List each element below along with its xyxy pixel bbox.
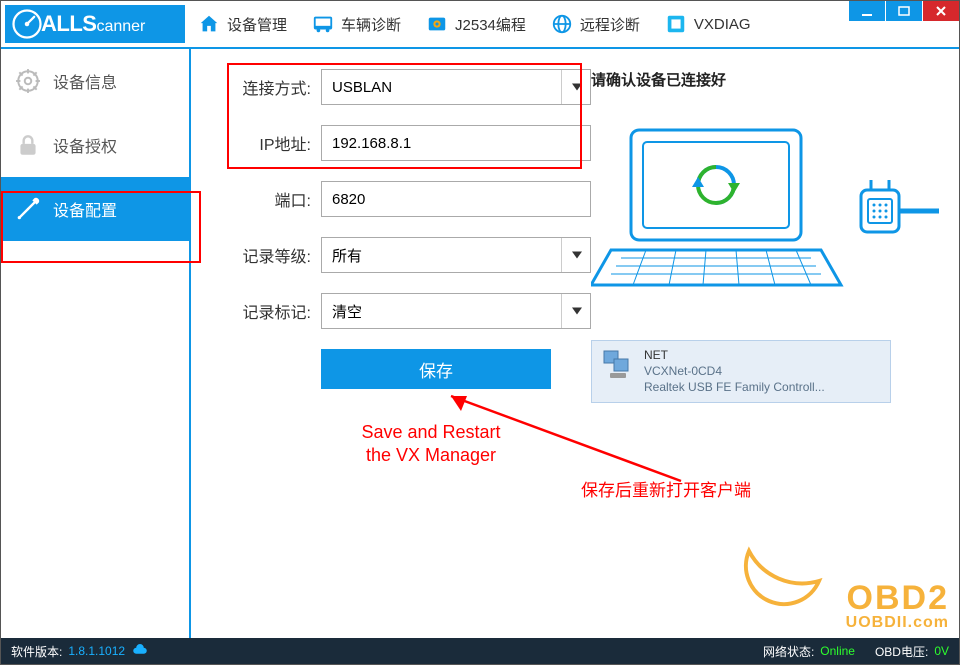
j2534-icon — [425, 12, 449, 36]
right-panel: 请确认设备已连接好 — [591, 69, 949, 403]
network-adapter-icon — [600, 347, 636, 383]
nav-vxdiag[interactable]: VXDIAG — [664, 12, 751, 36]
window-close-button[interactable] — [923, 1, 959, 21]
window-maximize-button[interactable] — [886, 1, 922, 21]
lock-icon — [15, 132, 41, 158]
log-level-value: 所有 — [332, 245, 362, 266]
sidebar-item-device-license[interactable]: 设备授权 — [1, 113, 189, 177]
globe-icon — [550, 12, 574, 36]
brand-logo: ALLScanner — [5, 5, 185, 43]
gear-icon — [15, 68, 41, 94]
nav-vehicle-diagnosis[interactable]: 车辆诊断 — [311, 12, 401, 36]
window-minimize-button[interactable] — [849, 1, 885, 21]
log-mark-label: 记录标记: — [211, 299, 321, 323]
port-input[interactable] — [321, 181, 591, 217]
sidebar-item-label: 设备信息 — [53, 69, 117, 93]
port-label: 端口: — [211, 187, 321, 211]
connection-type-select[interactable]: USBLAN — [321, 69, 591, 105]
body-area: 设备信息 设备授权 设备配置 连接方式: USBLAN IP地址: — [1, 49, 959, 639]
brand-gauge-icon — [9, 6, 45, 42]
brand-text-rest: canner — [96, 18, 145, 36]
cloud-icon[interactable] — [131, 643, 149, 660]
log-level-label: 记录等级: — [211, 243, 321, 267]
version-label: 软件版本: — [11, 643, 62, 660]
nav-label: 设备管理 — [227, 14, 287, 35]
nav-device-management[interactable]: 设备管理 — [197, 12, 287, 36]
log-mark-select[interactable]: 清空 — [321, 293, 591, 329]
sidebar-item-device-config[interactable]: 设备配置 — [1, 177, 189, 241]
home-icon — [197, 12, 221, 36]
sidebar: 设备信息 设备授权 设备配置 — [1, 49, 191, 639]
network-card[interactable]: NET VCXNet-0CD4 Realtek USB FE Family Co… — [591, 340, 891, 403]
log-level-select[interactable]: 所有 — [321, 237, 591, 273]
config-form: 连接方式: USBLAN IP地址: 端口: 记录等级: 所有 记录标记: — [211, 69, 591, 389]
nav-label: 远程诊断 — [580, 14, 640, 35]
nav-remote-diagnosis[interactable]: 远程诊断 — [550, 12, 640, 36]
version-value: 1.8.1.1012 — [68, 644, 125, 658]
sidebar-item-device-info[interactable]: 设备信息 — [1, 49, 189, 113]
window-controls — [849, 1, 959, 21]
title-bar: ALLScanner 设备管理 车辆诊断 J2534编程 远程诊断 — [1, 1, 959, 47]
connection-type-label: 连接方式: — [211, 75, 321, 99]
ip-address-label: IP地址: — [211, 131, 321, 155]
nav-top: 设备管理 车辆诊断 J2534编程 远程诊断 VXDIAG — [197, 12, 751, 36]
nav-j2534[interactable]: J2534编程 — [425, 12, 526, 36]
sidebar-item-label: 设备授权 — [53, 133, 117, 157]
nav-label: J2534编程 — [455, 14, 526, 35]
status-bar: 软件版本: 1.8.1.1012 网络状态: Online OBD电压: 0V — [1, 638, 959, 664]
obd-voltage-label: OBD电压: — [875, 643, 928, 660]
save-button[interactable]: 保存 — [321, 349, 551, 389]
brand-text-bold: ALLS — [41, 11, 96, 37]
net-card-line2: Realtek USB FE Family Controll... — [644, 379, 825, 395]
car-icon — [311, 12, 335, 36]
connection-type-value: USBLAN — [332, 79, 392, 96]
net-card-line1: VCXNet-0CD4 — [644, 363, 825, 379]
nav-label: VXDIAG — [694, 16, 751, 33]
connection-illustration — [591, 110, 941, 320]
nav-label: 车辆诊断 — [341, 14, 401, 35]
save-button-label: 保存 — [419, 357, 453, 382]
module-icon — [664, 12, 688, 36]
tools-icon — [15, 196, 41, 222]
net-status-label: 网络状态: — [763, 643, 814, 660]
obd-voltage-value: 0V — [934, 644, 949, 658]
sidebar-item-label: 设备配置 — [53, 197, 117, 221]
log-mark-value: 清空 — [332, 301, 362, 322]
net-card-title: NET — [644, 347, 825, 363]
confirm-connected-label: 请确认设备已连接好 — [591, 69, 949, 90]
ip-address-input[interactable] — [321, 125, 591, 161]
net-status-value: Online — [820, 644, 855, 658]
content-pane: 连接方式: USBLAN IP地址: 端口: 记录等级: 所有 记录标记: — [191, 49, 959, 639]
